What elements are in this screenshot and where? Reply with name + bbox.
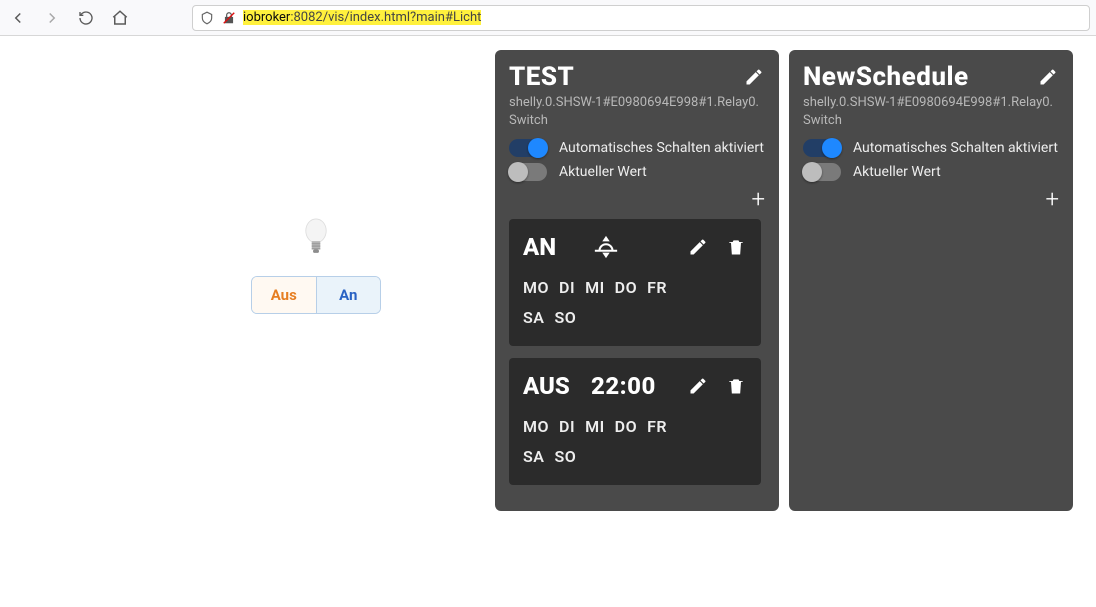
tracking-shield-icon [199, 10, 215, 26]
segment-on-button[interactable]: An [317, 277, 381, 313]
current-value-toggle[interactable] [509, 163, 547, 181]
address-bar[interactable]: iobroker:8082/vis/index.html?main#Licht [192, 5, 1090, 31]
schedule-card-test: TEST shelly.0.SHSW-1#E0980694E998#1.Rela… [495, 50, 779, 511]
delete-entry-button[interactable] [725, 236, 747, 258]
browser-chrome: iobroker:8082/vis/index.html?main#Licht [0, 0, 1096, 36]
nav-forward-button[interactable] [40, 6, 64, 30]
nav-back-button[interactable] [6, 6, 30, 30]
edit-card-button[interactable] [743, 66, 765, 88]
card-title: TEST [509, 62, 574, 92]
reload-button[interactable] [74, 6, 98, 30]
entry-state: AN [523, 233, 577, 261]
segment-off-button[interactable]: Aus [252, 277, 317, 313]
entry-state: AUS [523, 372, 577, 400]
entry-days: MODIMIDOFR SASO [523, 273, 747, 334]
current-value-label: Aktueller Wert [853, 164, 941, 180]
edit-card-button[interactable] [1037, 66, 1059, 88]
segment-off-label: Aus [271, 286, 297, 304]
auto-switch-toggle[interactable] [803, 139, 841, 157]
home-button[interactable] [108, 6, 132, 30]
schedule-entry: AUS 22:00 MODIMIDOFR S [509, 358, 761, 485]
card-subtitle: shelly.0.SHSW-1#E0980694E998#1.Relay0.Sw… [509, 94, 765, 129]
light-widget: Aus An [246, 216, 386, 314]
address-bar-url: iobroker:8082/vis/index.html?main#Licht [243, 10, 1083, 25]
card-subtitle: shelly.0.SHSW-1#E0980694E998#1.Relay0.Sw… [803, 94, 1059, 129]
edit-entry-button[interactable] [687, 236, 709, 258]
add-entry-button[interactable]: + [1045, 187, 1059, 211]
add-entry-button[interactable]: + [751, 187, 765, 211]
schedule-entry-list[interactable]: AN [509, 219, 765, 497]
card-title: NewSchedule [803, 62, 969, 92]
auto-switch-label: Automatisches Schalten aktiviert [853, 140, 1058, 156]
schedule-card-newschedule: NewSchedule shelly.0.SHSW-1#E0980694E998… [789, 50, 1073, 511]
astro-icon [591, 234, 621, 260]
lightbulb-icon [299, 216, 333, 266]
current-value-toggle[interactable] [803, 163, 841, 181]
schedule-entry: AN [509, 219, 761, 346]
entry-days: MODIMIDOFR SASO [523, 412, 747, 473]
insecure-lock-icon [221, 10, 237, 26]
auto-switch-toggle[interactable] [509, 139, 547, 157]
segment-on-label: An [339, 286, 357, 304]
schedule-cards: TEST shelly.0.SHSW-1#E0980694E998#1.Rela… [495, 50, 1073, 511]
current-value-label: Aktueller Wert [559, 164, 647, 180]
delete-entry-button[interactable] [725, 375, 747, 397]
auto-switch-label: Automatisches Schalten aktiviert [559, 140, 764, 156]
light-on-off-segment: Aus An [251, 276, 381, 314]
entry-time: 22:00 [591, 372, 656, 400]
edit-entry-button[interactable] [687, 375, 709, 397]
